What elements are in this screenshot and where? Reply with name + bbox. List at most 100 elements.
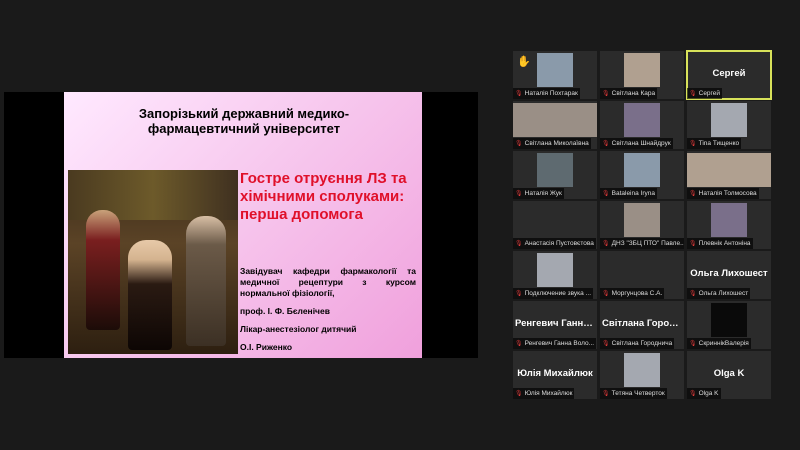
participant-video (624, 203, 660, 237)
participant-tile[interactable]: 🎙 Наталія Жук (513, 151, 597, 199)
participant-name-caption: 🎙 Ольга Лихошест (687, 288, 751, 299)
participant-name: Наталія Похтарак (524, 90, 578, 97)
participant-name: Світлана Городнича (611, 340, 673, 347)
participant-name: ДНЗ "ЗБЦ ПТО" Павле... (611, 240, 684, 247)
slide-body-line: Лікар-анестезіолог дитячий (240, 324, 357, 334)
participant-name-caption: 🎙 Подключение звука ... (513, 288, 594, 299)
participant-tile[interactable]: Сергей 🎙 Сергей (686, 50, 772, 100)
participant-tile[interactable]: 🎙 Наталія Толмосова (687, 151, 771, 199)
participant-video (711, 103, 747, 137)
participant-display-name: Сергей (712, 68, 746, 79)
participant-name: Olga K (698, 390, 719, 397)
mic-muted-icon: 🎙 (602, 391, 610, 397)
participant-name-caption: 🎙 Olga K (687, 388, 721, 399)
participant-tile[interactable]: 🎙 Анастасія Пустовєтова (513, 201, 597, 249)
participant-name: Тетяна Четверток (611, 390, 665, 397)
participant-video (513, 103, 597, 137)
participant-tile[interactable]: Світлана Город... 🎙 Світлана Городнича (600, 301, 684, 349)
mic-muted-icon: 🎙 (515, 391, 523, 397)
mic-muted-icon: 🎙 (602, 91, 610, 97)
participant-video (624, 153, 660, 187)
participant-tile[interactable]: 🎙 Світлана Шнайдрук (600, 101, 684, 149)
participant-name-caption: 🎙 Моргунцова С.А. (600, 288, 665, 299)
participant-name: Наталія Жук (524, 190, 562, 197)
participant-name-caption: 🎙 Сергей (687, 88, 723, 99)
participant-name: Світлана Кара (611, 90, 656, 97)
participant-video (624, 353, 660, 387)
participant-name-caption: 🎙 Bataleina Iryna (600, 188, 657, 199)
mic-muted-icon: 🎙 (689, 241, 697, 247)
participant-video (624, 103, 660, 137)
participant-name: Ольга Лихошест (698, 290, 749, 297)
mic-muted-icon: 🎙 (515, 191, 523, 197)
participant-tile[interactable]: 🎙 Тетяна Четверток (600, 351, 684, 399)
participant-name-caption: 🎙 Світлана Городнича (600, 338, 675, 349)
slide-painting (68, 170, 238, 354)
mic-muted-icon: 🎙 (602, 241, 610, 247)
participant-tile[interactable]: Ольга Лихошест 🎙 Ольга Лихошест (687, 251, 771, 299)
participant-video (711, 303, 747, 337)
participant-name-caption: 🎙 Анастасія Пустовєтова (513, 238, 596, 249)
mic-muted-icon: 🎙 (689, 291, 697, 297)
mic-muted-icon: 🎙 (602, 341, 610, 347)
mic-muted-icon: 🎙 (689, 391, 697, 397)
participant-tile[interactable]: 🎙 Bataleina Iryna (600, 151, 684, 199)
participant-name-caption: 🎙 Плевнік Антоніна (687, 238, 753, 249)
participant-name: СкриннікВалерія (698, 340, 749, 347)
participant-name-caption: 🎙 Наталія Похтарак (513, 88, 580, 99)
mic-muted-icon: 🎙 (689, 141, 697, 147)
zoom-meeting-window: { "slide": { "title": "Запорізький держа… (0, 0, 800, 450)
participant-name-caption: 🎙 Світлана Миколаївна (513, 138, 591, 149)
shared-screen: Запорізький державний медико-фармацевтич… (4, 92, 478, 358)
participant-tile[interactable]: 🎙 ДНЗ "ЗБЦ ПТО" Павле... (600, 201, 684, 249)
mic-muted-icon: 🎙 (515, 91, 523, 97)
participant-name-caption: 🎙 Наталія Жук (513, 188, 564, 199)
participant-name: Подключение звука ... (524, 290, 592, 297)
participant-tile[interactable]: 🎙 Подключение звука ... (513, 251, 597, 299)
participant-tile[interactable]: Юлія Михайлюк 🎙 Юлія Михайлюк (513, 351, 597, 399)
participant-name: Bataleina Iryna (611, 190, 655, 197)
participant-tile[interactable]: Olga K 🎙 Olga K (687, 351, 771, 399)
participant-name: Світлана Миколаївна (524, 140, 589, 147)
participant-tile[interactable]: 🎙 Моргунцова С.А. (600, 251, 684, 299)
participant-display-name: Olga K (713, 368, 745, 379)
participant-name-caption: 🎙 Tina Тищенко (687, 138, 742, 149)
participant-display-name: Ольга Лихошест (690, 268, 768, 279)
participant-video (624, 53, 660, 87)
participant-name: Ренгевич Ганна Воло... (524, 340, 595, 347)
participant-name: Tina Тищенко (698, 140, 740, 147)
participant-name: Світлана Шнайдрук (611, 140, 671, 147)
participant-display-name: Юлія Михайлюк (517, 368, 593, 379)
participant-video (537, 253, 573, 287)
participant-name-caption: 🎙 Наталія Толмосова (687, 188, 759, 199)
participant-tile[interactable]: 🎙 Світлана Миколаївна (513, 101, 597, 149)
participant-tile[interactable]: 🎙 Світлана Кара (600, 51, 684, 99)
slide-body-line: Завідувач кафедри фармакології та медичн… (240, 266, 416, 298)
participant-tile[interactable]: 🎙 Плевнік Антоніна (687, 201, 771, 249)
participant-name-caption: 🎙 Юлія Михайлюк (513, 388, 575, 399)
participant-name: Наталія Толмосова (698, 190, 757, 197)
participant-tile[interactable]: ✋ 🎙 Наталія Похтарак (513, 51, 597, 99)
participant-tile[interactable]: Ренгевич Ганна... 🎙 Ренгевич Ганна Воло... (513, 301, 597, 349)
participant-name: Юлія Михайлюк (524, 390, 573, 397)
participant-name-caption: 🎙 Ренгевич Ганна Воло... (513, 338, 597, 349)
slide-body: Завідувач кафедри фармакології та медичн… (240, 266, 416, 358)
participant-tile[interactable]: 🎙 СкриннікВалерія (687, 301, 771, 349)
mic-muted-icon: 🎙 (602, 191, 610, 197)
participant-tile[interactable]: 🎙 Tina Тищенко (687, 101, 771, 149)
slide-title: Запорізький державний медико-фармацевтич… (138, 106, 350, 136)
participant-display-name: Світлана Город... (602, 318, 683, 329)
mic-muted-icon: 🎙 (602, 141, 610, 147)
participant-display-name: Ренгевич Ганна... (515, 318, 597, 329)
participant-name-caption: 🎙 СкриннікВалерія (687, 338, 751, 349)
slide-body-line: проф. І. Ф. Бєленічев (240, 306, 330, 316)
participant-name-caption: 🎙 ДНЗ "ЗБЦ ПТО" Павле... (600, 238, 684, 249)
mic-muted-icon: 🎙 (689, 91, 697, 97)
participant-name-caption: 🎙 Тетяна Четверток (600, 388, 667, 399)
slide-heading: Гостре отруєння ЛЗ та хімічними сполукам… (240, 170, 407, 223)
participant-video (711, 203, 747, 237)
participant-video (687, 153, 771, 187)
raised-hand-icon: ✋ (517, 56, 531, 68)
participant-name: Плевнік Антоніна (698, 240, 751, 247)
mic-muted-icon: 🎙 (689, 341, 697, 347)
